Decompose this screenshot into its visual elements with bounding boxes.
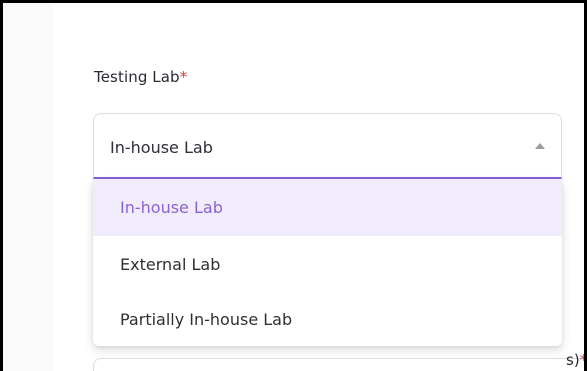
next-field-input[interactable]	[93, 358, 584, 371]
testing-lab-label: Testing Lab*	[94, 68, 187, 86]
caret-up-icon[interactable]	[535, 143, 545, 149]
select-current-value: In-house Lab	[110, 138, 213, 157]
next-field-label: s)*	[566, 351, 587, 369]
testing-lab-select[interactable]: In-house Lab	[93, 113, 562, 179]
screenshot-frame: Testing Lab* In-house Lab s)* In-house L…	[0, 0, 587, 371]
testing-lab-dropdown: In-house Lab External Lab Partially In-h…	[93, 179, 562, 346]
testing-lab-label-text: Testing Lab	[94, 68, 180, 86]
next-field-required-asterisk: *	[579, 351, 587, 369]
option-partially-in-house-lab[interactable]: Partially In-house Lab	[93, 293, 562, 346]
required-asterisk: *	[179, 68, 188, 86]
option-external-lab[interactable]: External Lab	[93, 236, 562, 293]
option-in-house-lab[interactable]: In-house Lab	[93, 179, 562, 236]
next-field-label-text: s)	[566, 351, 580, 369]
